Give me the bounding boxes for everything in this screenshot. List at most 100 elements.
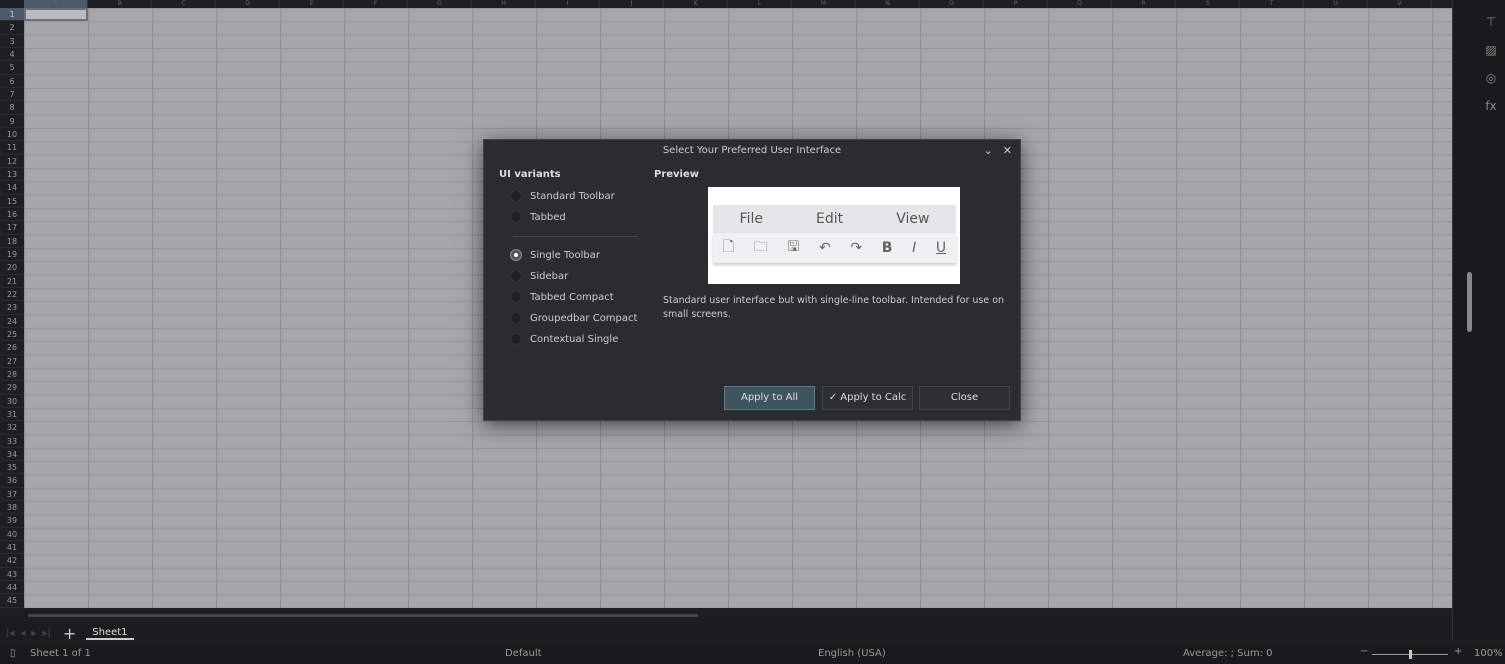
- row-header[interactable]: 34: [0, 448, 24, 462]
- column-header[interactable]: R: [1112, 0, 1176, 8]
- functions-icon[interactable]: fx: [1483, 98, 1499, 114]
- row-header[interactable]: 36: [0, 474, 24, 488]
- zoom-slider-handle[interactable]: [1409, 650, 1412, 659]
- gallery-icon[interactable]: ▨: [1483, 42, 1499, 58]
- radio-button[interactable]: [510, 312, 522, 324]
- column-header[interactable]: B: [88, 0, 152, 8]
- row-header[interactable]: 7: [0, 88, 24, 102]
- column-header[interactable]: D: [216, 0, 280, 8]
- row-header[interactable]: 19: [0, 248, 24, 262]
- column-header[interactable]: F: [344, 0, 408, 8]
- row-header[interactable]: 9: [0, 115, 24, 128]
- row-header[interactable]: 6: [0, 75, 24, 88]
- row-header[interactable]: 40: [0, 528, 24, 542]
- column-header[interactable]: J: [600, 0, 664, 8]
- row-header[interactable]: 25: [0, 328, 24, 342]
- column-header[interactable]: I: [536, 0, 600, 8]
- zoom-slider[interactable]: [1372, 650, 1448, 659]
- column-header[interactable]: K: [664, 0, 728, 8]
- column-header[interactable]: S: [1176, 0, 1240, 8]
- close-button[interactable]: Close: [919, 386, 1010, 410]
- row-header[interactable]: 37: [0, 488, 24, 502]
- row-header[interactable]: 17: [0, 221, 24, 235]
- horizontal-scrollbar[interactable]: [0, 608, 1452, 622]
- prev-sheet-icon[interactable]: ◂: [20, 628, 25, 639]
- variant-radio[interactable]: Tabbed Compact: [510, 291, 614, 303]
- column-header[interactable]: Q: [1048, 0, 1112, 8]
- row-header[interactable]: 21: [0, 275, 24, 288]
- row-header[interactable]: 43: [0, 568, 24, 582]
- zoom-in-button[interactable]: +: [1454, 646, 1462, 657]
- row-header[interactable]: 44: [0, 581, 24, 595]
- row-header[interactable]: 11: [0, 141, 24, 155]
- row-header[interactable]: 16: [0, 208, 24, 222]
- radio-button[interactable]: [510, 270, 522, 282]
- vertical-scrollbar[interactable]: [1467, 272, 1472, 332]
- variant-radio[interactable]: Standard Toolbar: [510, 190, 615, 202]
- column-header[interactable]: V: [1368, 0, 1432, 8]
- column-header[interactable]: C: [152, 0, 216, 8]
- column-header[interactable]: T: [1240, 0, 1304, 8]
- row-header[interactable]: 1: [0, 8, 24, 22]
- row-header[interactable]: 32: [0, 421, 24, 435]
- row-header[interactable]: 22: [0, 288, 24, 302]
- column-header[interactable]: E: [280, 0, 344, 8]
- select-all-corner[interactable]: [0, 0, 24, 8]
- row-header[interactable]: 39: [0, 514, 24, 528]
- selected-cell[interactable]: [24, 8, 88, 21]
- last-sheet-icon[interactable]: ▸|: [42, 628, 50, 639]
- row-header[interactable]: 41: [0, 541, 24, 555]
- selection-summary[interactable]: Average: ; Sum: 0: [1183, 648, 1273, 659]
- column-header[interactable]: N: [856, 0, 920, 8]
- zoom-level[interactable]: 100%: [1474, 648, 1503, 659]
- apply-to-calc-button[interactable]: ✓ Apply to Calc: [822, 386, 913, 410]
- next-sheet-icon[interactable]: ▸: [31, 628, 36, 639]
- row-header[interactable]: 30: [0, 395, 24, 408]
- row-header[interactable]: 29: [0, 381, 24, 395]
- properties-icon[interactable]: ⊤: [1483, 14, 1499, 30]
- row-header[interactable]: 20: [0, 261, 24, 275]
- column-header[interactable]: A: [24, 0, 88, 8]
- row-header[interactable]: 45: [0, 594, 24, 608]
- variant-radio[interactable]: Tabbed: [510, 211, 566, 223]
- row-header[interactable]: 28: [0, 368, 24, 382]
- row-header[interactable]: 35: [0, 461, 24, 475]
- row-header[interactable]: 15: [0, 195, 24, 208]
- column-header[interactable]: O: [920, 0, 984, 8]
- row-header[interactable]: 10: [0, 128, 24, 142]
- row-header[interactable]: 42: [0, 554, 24, 568]
- page-style[interactable]: Default: [505, 648, 542, 659]
- row-header[interactable]: 26: [0, 341, 24, 355]
- row-header[interactable]: 27: [0, 355, 24, 368]
- row-header[interactable]: 4: [0, 48, 24, 62]
- column-header[interactable]: L: [728, 0, 792, 8]
- row-header[interactable]: 31: [0, 408, 24, 422]
- variant-radio[interactable]: Contextual Single: [510, 333, 618, 345]
- variant-radio[interactable]: Single Toolbar: [510, 249, 600, 261]
- column-header[interactable]: P: [984, 0, 1048, 8]
- radio-button[interactable]: [510, 211, 522, 223]
- scroll-thumb[interactable]: [28, 614, 698, 617]
- row-header[interactable]: 14: [0, 181, 24, 195]
- add-sheet-button[interactable]: +: [63, 624, 76, 643]
- row-header[interactable]: 12: [0, 155, 24, 168]
- row-header[interactable]: 18: [0, 235, 24, 248]
- row-header[interactable]: 38: [0, 501, 24, 515]
- apply-to-all-button[interactable]: Apply to All: [724, 386, 815, 410]
- variant-radio[interactable]: Sidebar: [510, 270, 568, 282]
- radio-button[interactable]: [510, 190, 522, 202]
- radio-button[interactable]: [510, 333, 522, 345]
- row-header[interactable]: 3: [0, 35, 24, 48]
- radio-button[interactable]: [510, 291, 522, 303]
- column-header[interactable]: U: [1304, 0, 1368, 8]
- column-header[interactable]: H: [472, 0, 536, 8]
- zoom-out-button[interactable]: −: [1360, 646, 1368, 657]
- column-header[interactable]: G: [408, 0, 472, 8]
- column-header[interactable]: M: [792, 0, 856, 8]
- row-header[interactable]: 24: [0, 315, 24, 328]
- language[interactable]: English (USA): [818, 648, 886, 659]
- variant-radio[interactable]: Groupedbar Compact: [510, 312, 637, 324]
- close-icon[interactable]: ✕: [1003, 144, 1012, 157]
- collapse-icon[interactable]: ⌄: [984, 144, 993, 157]
- row-header[interactable]: 23: [0, 301, 24, 315]
